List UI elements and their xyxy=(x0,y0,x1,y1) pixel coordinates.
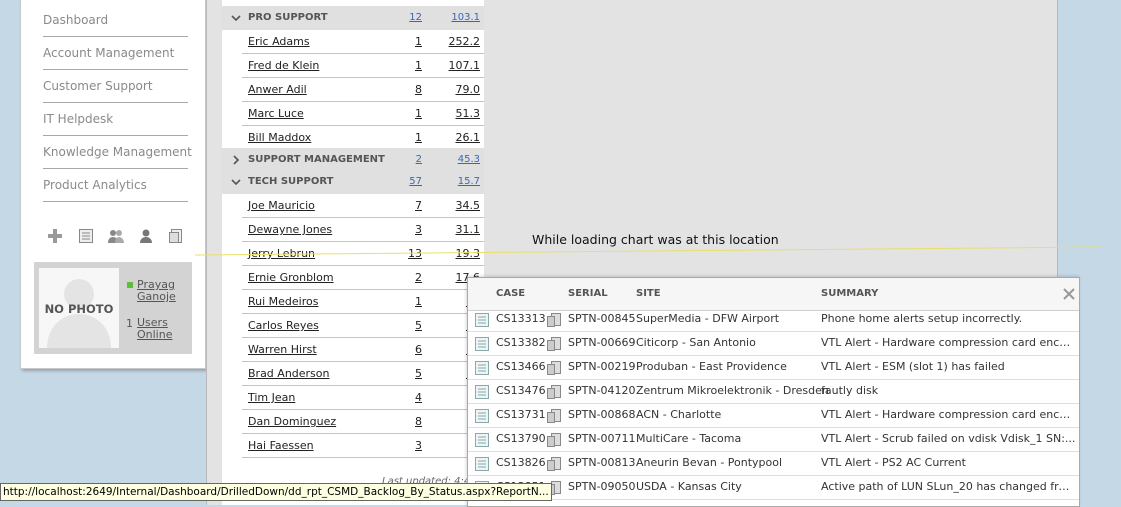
serial-number: SPTN-00868 xyxy=(568,408,636,421)
case-id: CS13731 xyxy=(496,408,546,421)
case-summary: VTL Alert - ESM (slot 1) has failed xyxy=(821,360,1005,373)
case-id: CS13826 xyxy=(496,456,546,469)
case-summary: VTL Alert - Hardware compression card en… xyxy=(821,408,1076,421)
table-row[interactable]: CS13466 SPTN-00219 Produban - East Provi… xyxy=(468,355,1079,380)
table-row[interactable]: CS13790 SPTN-00711 MultiCare - Tacoma VT… xyxy=(468,427,1079,452)
serial-number: SPTN-00669 xyxy=(568,336,636,349)
table-row[interactable]: CS13731 SPTN-00868 ACN - Charlotte VTL A… xyxy=(468,403,1079,428)
table-row[interactable]: CS13476 SPTN-04120 Zentrum Mikroelektron… xyxy=(468,379,1079,404)
case-details-icon[interactable] xyxy=(475,408,489,423)
column-header-summary[interactable]: SUMMARY xyxy=(821,278,878,310)
serial-number: SPTN-00711 xyxy=(568,432,636,445)
serial-number: SPTN-04120 xyxy=(568,384,636,397)
no-photo-label: NO PHOTO xyxy=(44,302,114,316)
site-name: ACN - Charlotte xyxy=(636,408,722,421)
case-summary: VTL Alert - Hardware compression card en… xyxy=(821,336,1076,349)
site-name: USDA - Kansas City xyxy=(636,480,742,493)
case-summary: Active path of LUN SLun_20 has changed f… xyxy=(821,480,1076,493)
site-name: SuperMedia - DFW Airport xyxy=(636,312,780,325)
case-id: CS13313 xyxy=(496,312,546,325)
case-details-icon[interactable] xyxy=(475,360,489,375)
close-icon[interactable] xyxy=(1063,288,1075,300)
case-details-icon[interactable] xyxy=(475,432,489,447)
column-header-site[interactable]: SITE xyxy=(636,278,661,310)
serial-device-icon[interactable] xyxy=(547,432,561,447)
case-summary: Phone home alerts setup incorrectly. xyxy=(821,312,1023,325)
serial-device-icon[interactable] xyxy=(547,360,561,375)
serial-number: SPTN-09050 xyxy=(568,480,636,493)
table-row[interactable]: CS13382 SPTN-00669 Citicorp - San Antoni… xyxy=(468,331,1079,356)
serial-number: SPTN-00219 xyxy=(568,360,636,373)
site-name: MultiCare - Tacoma xyxy=(636,432,742,445)
case-id: CS13476 xyxy=(496,384,546,397)
serial-device-icon[interactable] xyxy=(547,384,561,399)
cases-popup: CASE SERIAL SITE SUMMARY CS13313 SPTN-00… xyxy=(467,277,1080,507)
table-row[interactable]: CS13826 SPTN-00813 Aneurin Bevan - Ponty… xyxy=(468,451,1079,476)
status-bar-url: http://localhost:2649/Internal/Dashboard… xyxy=(0,483,552,501)
serial-number: SPTN-00845 xyxy=(568,312,636,325)
annotation-text: While loading chart was at this location xyxy=(532,232,779,247)
case-summary: VTL Alert - Scrub failed on vdisk Vdisk_… xyxy=(821,432,1076,445)
case-details-icon[interactable] xyxy=(475,336,489,351)
case-id: CS13466 xyxy=(496,360,546,373)
case-details-icon[interactable] xyxy=(475,384,489,399)
table-row[interactable]: CS13313 SPTN-00845 SuperMedia - DFW Airp… xyxy=(468,307,1079,332)
column-header-case[interactable]: CASE xyxy=(496,278,525,310)
case-id: CS13790 xyxy=(496,432,546,445)
case-summary: VTL Alert - PS2 AC Current xyxy=(821,456,966,469)
site-name: Zentrum Mikroelektronik - Dresden xyxy=(636,384,829,397)
column-header-serial[interactable]: SERIAL xyxy=(568,278,608,310)
serial-device-icon[interactable] xyxy=(547,456,561,471)
site-name: Produban - East Providence xyxy=(636,360,787,373)
serial-device-icon[interactable] xyxy=(547,336,561,351)
serial-device-icon[interactable] xyxy=(547,312,561,327)
serial-number: SPTN-00813 xyxy=(568,456,636,469)
case-details-icon[interactable] xyxy=(475,312,489,327)
table-row[interactable]: CS13851 SPTN-09050 USDA - Kansas City Ac… xyxy=(468,475,1079,500)
case-id: CS13382 xyxy=(496,336,546,349)
site-name: Citicorp - San Antonio xyxy=(636,336,756,349)
serial-device-icon[interactable] xyxy=(547,408,561,423)
case-summary: fautly disk xyxy=(821,384,879,397)
site-name: Aneurin Bevan - Pontypool xyxy=(636,456,783,469)
case-details-icon[interactable] xyxy=(475,456,489,471)
